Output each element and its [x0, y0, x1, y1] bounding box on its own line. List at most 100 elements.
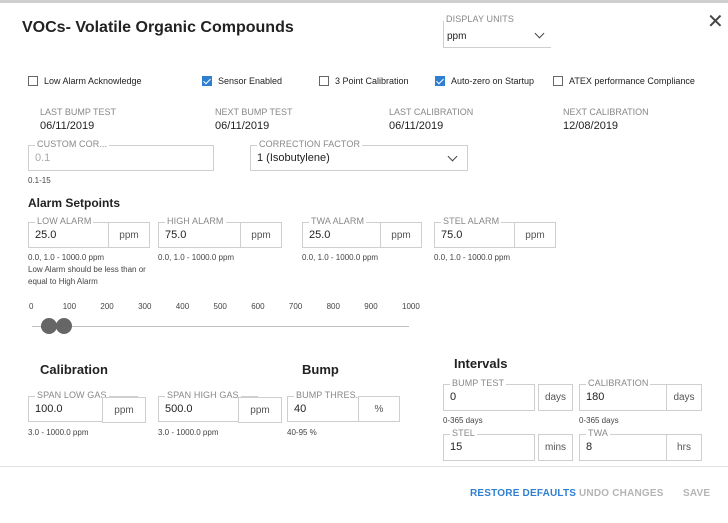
display-units-select[interactable]: DISPLAY UNITS ppm — [443, 14, 551, 48]
low-alarm-unit: ppm — [108, 222, 150, 248]
custom-cor-field[interactable]: CUSTOM COR... 0.1 — [28, 139, 214, 171]
last-cal-label: LAST CALIBRATION — [389, 107, 474, 117]
correction-factor-value: 1 (Isobutylene) — [257, 152, 330, 164]
bump-test-interval-unit: days — [538, 384, 573, 411]
display-units-label: DISPLAY UNITS — [444, 14, 516, 24]
sensor-enabled-label: Sensor Enabled — [218, 76, 283, 86]
twa-alarm-hint: 0.0, 1.0 - 1000.0 ppm — [302, 253, 379, 262]
twa-alarm-label: TWA ALARM — [309, 216, 367, 226]
next-bump-label: NEXT BUMP TEST — [215, 107, 293, 117]
span-high-unit: ppm — [238, 397, 282, 423]
high-alarm-label: HIGH ALARM — [165, 216, 226, 226]
span-high-hint: 3.0 - 1000.0 ppm — [158, 428, 219, 437]
calibration-interval-unit: days — [666, 384, 702, 411]
high-alarm-unit: ppm — [240, 222, 282, 248]
last-bump-value: 06/11/2019 — [40, 120, 95, 132]
stel-interval-field[interactable]: STEL 15 — [443, 428, 535, 461]
stel-alarm-unit: ppm — [514, 222, 556, 248]
low-alarm-note: Low Alarm should be less than or equal t… — [28, 265, 146, 286]
slider-tick-label: 600 — [251, 302, 265, 311]
slider-tick-label: 300 — [138, 302, 152, 311]
calibration-interval-label: CALIBRATION — [586, 378, 651, 388]
chevron-down-icon — [534, 28, 545, 39]
low-alarm-label: LOW ALARM — [35, 216, 94, 226]
twa-interval-field[interactable]: TWA 8 — [579, 428, 673, 461]
custom-cor-value: 0.1 — [35, 152, 51, 164]
undo-changes-button[interactable]: UNDO CHANGES — [579, 488, 664, 499]
slider-tick-label: 0 — [29, 302, 34, 311]
top-border — [0, 0, 728, 3]
slider-track[interactable] — [32, 326, 409, 327]
auto-zero-label: Auto-zero on Startup — [451, 76, 535, 86]
custom-cor-label: CUSTOM COR... — [35, 139, 110, 149]
bump-threshold-unit: % — [358, 396, 400, 422]
slider-tick-label: 100 — [62, 302, 77, 311]
slider-tick-label: 200 — [100, 302, 114, 311]
low-alarm-ack-label: Low Alarm Acknowledge — [44, 76, 142, 86]
low-alarm-hint: 0.0, 1.0 - 1000.0 ppm — [28, 253, 105, 262]
atex-checkbox[interactable] — [553, 76, 563, 86]
span-high-label: SPAN HIGH GAS — [165, 390, 241, 400]
bump-test-interval-label: BUMP TEST — [450, 378, 507, 388]
stel-interval-label: STEL — [450, 428, 477, 438]
last-bump-label: LAST BUMP TEST — [40, 107, 117, 117]
calibration-interval-field[interactable]: CALIBRATION 180 — [579, 378, 673, 411]
custom-cor-hint: 0.1-15 — [28, 176, 51, 185]
bump-threshold-hint: 40-95 % — [287, 428, 317, 437]
alarm-setpoints-heading: Alarm Setpoints — [28, 196, 121, 210]
last-cal-value: 06/11/2019 — [389, 120, 444, 132]
bump-test-interval-hint: 0-365 days — [443, 416, 483, 425]
display-units-value: ppm — [447, 31, 467, 42]
footer-divider — [0, 466, 728, 467]
span-low-label: SPAN LOW GAS — [35, 390, 109, 400]
slider-high-thumb[interactable] — [56, 318, 73, 334]
close-icon[interactable]: ✕ — [707, 12, 724, 32]
restore-defaults-button[interactable]: RESTORE DEFAULTS — [470, 488, 576, 499]
slider-tick-label: 400 — [175, 302, 190, 311]
slider-tick-label: 900 — [364, 302, 378, 311]
calibration-interval-value: 180 — [586, 391, 605, 403]
span-low-hint: 3.0 - 1000.0 ppm — [28, 428, 89, 437]
slider-low-thumb[interactable] — [41, 318, 58, 334]
next-cal-value: 12/08/2019 — [563, 120, 619, 132]
three-point-cal-checkbox[interactable] — [319, 76, 329, 86]
calibration-heading: Calibration — [40, 362, 108, 377]
stel-interval-value: 15 — [450, 441, 463, 453]
span-low-value: 100.0 — [35, 403, 63, 415]
low-alarm-value: 25.0 — [35, 229, 57, 241]
three-point-cal-label: 3 Point Calibration — [335, 76, 409, 86]
high-alarm-hint: 0.0, 1.0 - 1000.0 ppm — [158, 253, 235, 262]
span-high-value: 500.0 — [165, 403, 193, 415]
stel-alarm-value: 75.0 — [441, 229, 463, 241]
stel-alarm-field[interactable]: STEL ALARM 75.0 — [434, 216, 524, 248]
bump-test-interval-value: 0 — [450, 391, 457, 403]
next-cal-label: NEXT CALIBRATION — [563, 107, 649, 117]
high-alarm-value: 75.0 — [165, 229, 187, 241]
twa-interval-label: TWA — [586, 428, 610, 438]
chevron-down-icon — [447, 151, 458, 162]
bump-threshold-label: BUMP THRES... — [294, 390, 366, 400]
span-low-unit: ppm — [102, 397, 146, 423]
intervals-heading: Intervals — [454, 356, 508, 371]
twa-alarm-value: 25.0 — [309, 229, 331, 241]
atex-label: ATEX performance Compliance — [569, 76, 695, 86]
slider-tick-label: 1000 — [402, 302, 420, 311]
next-bump-value: 06/11/2019 — [215, 120, 270, 132]
twa-interval-value: 8 — [586, 441, 593, 453]
correction-factor-select[interactable]: CORRECTION FACTOR 1 (Isobutylene) — [250, 139, 468, 171]
low-alarm-ack-checkbox[interactable] — [28, 76, 38, 86]
bump-threshold-field[interactable]: BUMP THRES... 40 — [287, 390, 367, 422]
dialog-title: VOCs- Volatile Organic Compounds — [22, 19, 294, 36]
slider-tick-label: 800 — [326, 302, 340, 311]
sensor-enabled-checkbox[interactable] — [202, 76, 212, 86]
stel-alarm-hint: 0.0, 1.0 - 1000.0 ppm — [434, 253, 511, 262]
stel-alarm-label: STEL ALARM — [441, 216, 502, 226]
slider-tick-label: 500 — [213, 302, 227, 311]
twa-interval-unit: hrs — [666, 434, 702, 461]
calibration-interval-hint: 0-365 days — [579, 416, 619, 425]
auto-zero-checkbox[interactable] — [435, 76, 445, 86]
save-button[interactable]: SAVE — [683, 488, 710, 499]
twa-alarm-unit: ppm — [380, 222, 422, 248]
bump-test-interval-field[interactable]: BUMP TEST 0 — [443, 378, 535, 411]
correction-factor-label: CORRECTION FACTOR — [257, 139, 363, 149]
